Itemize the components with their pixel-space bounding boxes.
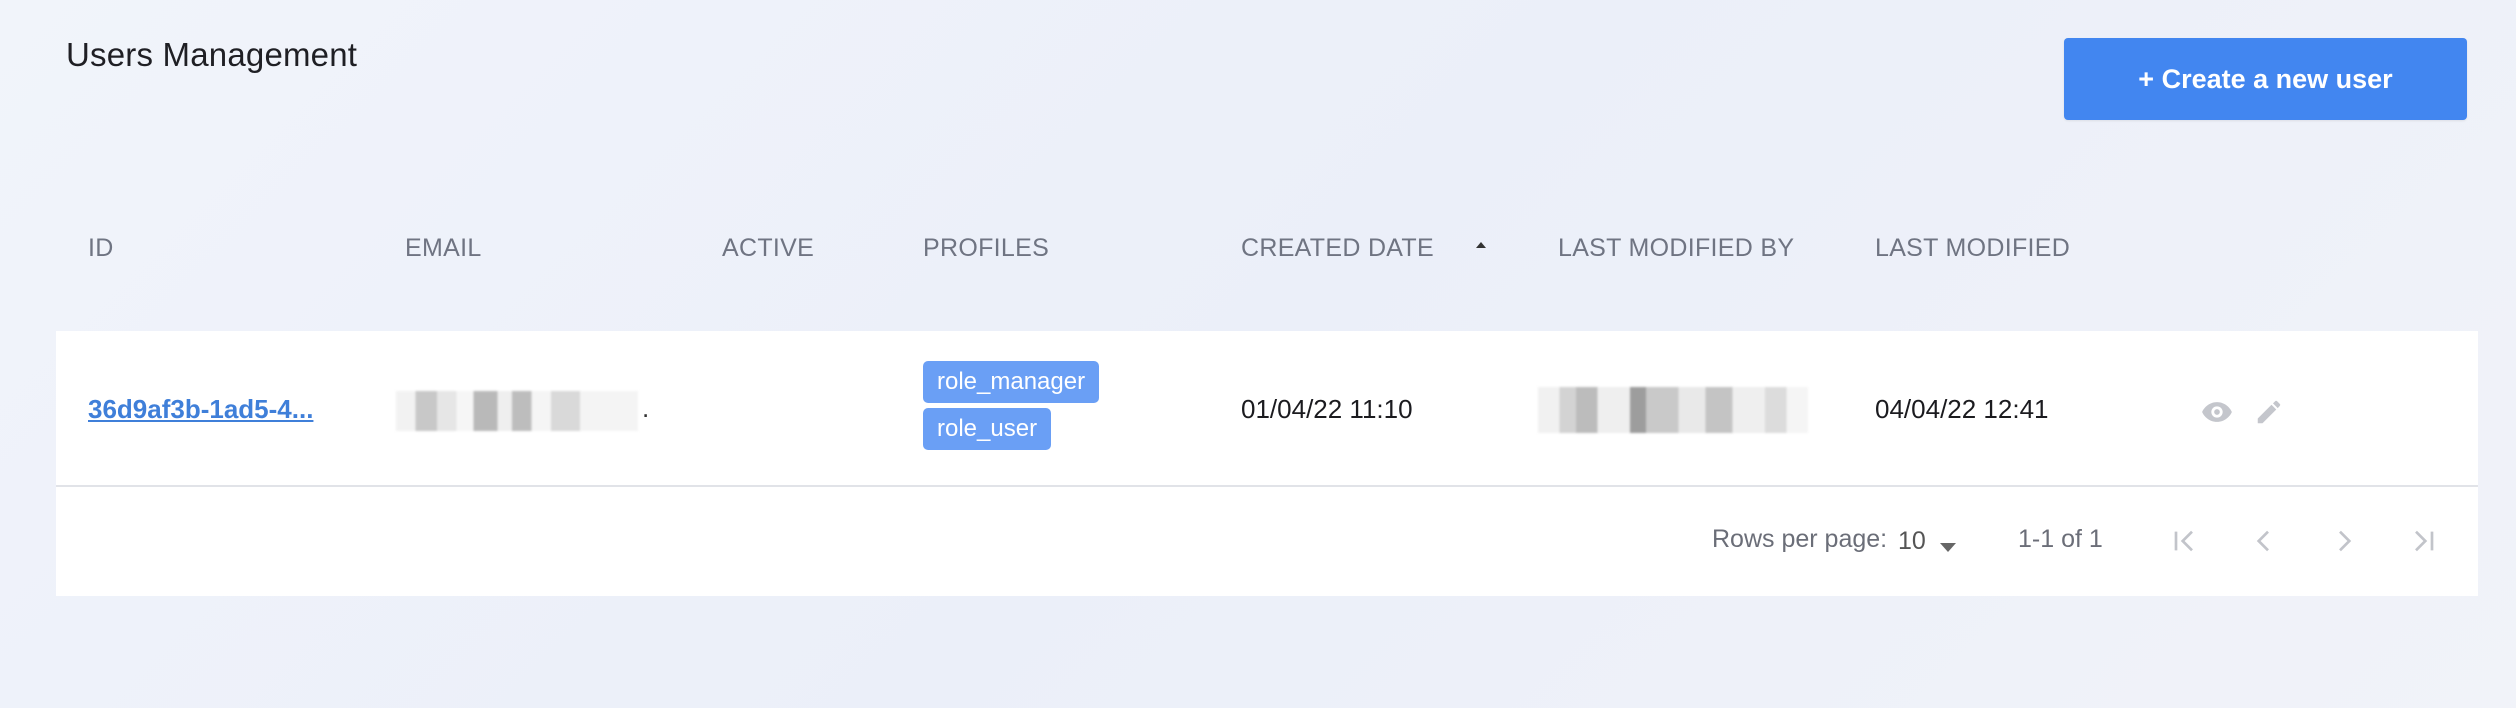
page-title: Users Management bbox=[66, 36, 358, 73]
table-header: ID EMAIL ACTIVE PROFILES CREATED DATE LA… bbox=[56, 220, 2478, 280]
chevron-left-icon[interactable] bbox=[2244, 521, 2284, 561]
email-suffix: . bbox=[642, 393, 650, 423]
profile-badge: role_manager bbox=[923, 361, 1100, 403]
column-header-last-modified[interactable]: LAST MODIFIED bbox=[1875, 234, 2070, 263]
column-header-last-modified-by[interactable]: LAST MODIFIED BY bbox=[1558, 234, 1794, 263]
pencil-icon[interactable] bbox=[2250, 393, 2288, 431]
last-modified-date: 04/04/22 12:41 bbox=[1875, 394, 2049, 424]
rows-per-page-select[interactable]: 10 bbox=[1894, 523, 1974, 559]
profile-badge: role_user bbox=[923, 408, 1052, 450]
pagination-range: 1-1 of 1 bbox=[2018, 525, 2103, 553]
row-actions bbox=[2198, 393, 2288, 431]
email-redacted bbox=[396, 391, 638, 431]
last-modified-by-redacted bbox=[1538, 387, 1808, 433]
column-header-id[interactable]: ID bbox=[88, 234, 114, 263]
rows-per-page-value: 10 bbox=[1898, 527, 1926, 555]
first-page-icon[interactable] bbox=[2164, 521, 2204, 561]
column-header-active[interactable]: ACTIVE bbox=[722, 234, 814, 263]
column-header-created-date[interactable]: CREATED DATE bbox=[1241, 234, 1434, 263]
column-header-profiles[interactable]: PROFILES bbox=[923, 234, 1049, 263]
create-user-button[interactable]: + Create a new user bbox=[2064, 38, 2467, 120]
created-date: 01/04/22 11:10 bbox=[1241, 394, 1413, 424]
chevron-right-icon[interactable] bbox=[2324, 521, 2364, 561]
table-row: 36d9af3b-1ad5-4... . role_manager role_u… bbox=[56, 331, 2478, 487]
user-id-link[interactable]: 36d9af3b-1ad5-4... bbox=[88, 394, 313, 425]
caret-down-icon bbox=[1938, 533, 1958, 552]
sort-up-icon[interactable] bbox=[1474, 238, 1488, 252]
table-pagination: Rows per page: 10 1-1 of 1 bbox=[56, 487, 2478, 596]
last-page-icon[interactable] bbox=[2404, 521, 2444, 561]
column-header-email[interactable]: EMAIL bbox=[405, 234, 482, 263]
eye-icon[interactable] bbox=[2198, 393, 2236, 431]
users-table: 36d9af3b-1ad5-4... . role_manager role_u… bbox=[56, 331, 2478, 596]
rows-per-page-label: Rows per page: bbox=[1712, 525, 1888, 553]
